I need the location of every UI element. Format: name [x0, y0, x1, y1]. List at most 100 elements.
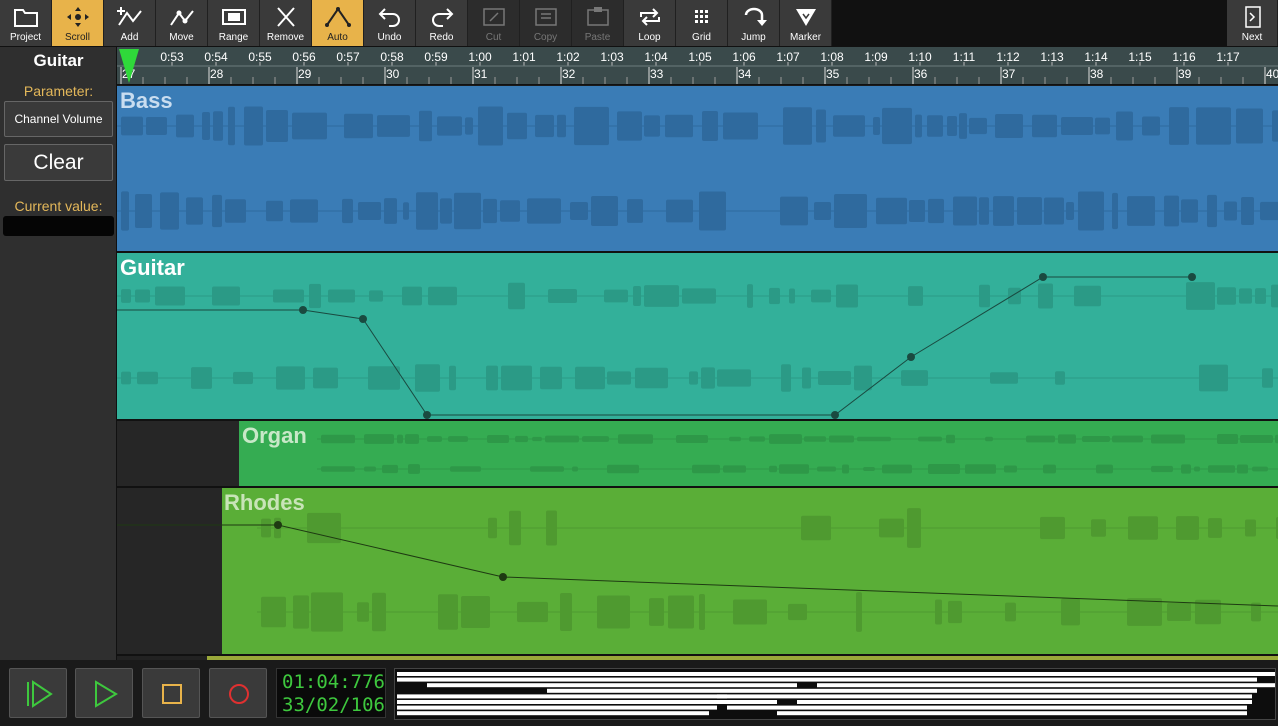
automation-icon: [325, 7, 351, 27]
auto-label: Auto: [327, 32, 348, 43]
time-label: 0:59: [424, 50, 448, 64]
record-button[interactable]: [209, 668, 267, 718]
parameter-label: Parameter:: [23, 83, 94, 99]
time-display: 01:04:776 33/02/106: [276, 668, 386, 718]
play-button[interactable]: [75, 668, 133, 718]
cut-icon: [483, 8, 505, 26]
bar-label: 30: [386, 67, 400, 81]
remove-icon: [277, 7, 295, 27]
automation-point[interactable]: [423, 411, 431, 419]
track-area[interactable]: Bass Guitar Organ Rhodes: [117, 86, 1278, 660]
automation-point[interactable]: [831, 411, 839, 419]
paste-button[interactable]: Paste: [572, 0, 624, 46]
time-label: 0:57: [336, 50, 360, 64]
current-value-label: Current value:: [14, 198, 103, 214]
range-button[interactable]: Range: [208, 0, 260, 46]
stop-icon: [162, 684, 182, 704]
automation-point[interactable]: [1188, 273, 1196, 281]
automation-point[interactable]: [359, 315, 367, 323]
clear-button[interactable]: Clear: [4, 144, 113, 181]
time-label: 1:14: [1084, 50, 1108, 64]
auto-button[interactable]: Auto: [312, 0, 364, 46]
loop-icon: [640, 8, 660, 26]
scroll-label: Scroll: [64, 32, 90, 43]
automation-point[interactable]: [907, 353, 915, 361]
automation-point[interactable]: [299, 306, 307, 314]
jump-button[interactable]: Jump: [728, 0, 780, 46]
bar-label: 32: [562, 67, 576, 81]
time-label: 1:12: [996, 50, 1020, 64]
bar-label: 29: [298, 67, 312, 81]
grid-label: Grid: [692, 32, 711, 43]
time-label: 1:15: [1128, 50, 1152, 64]
track-organ-title: Organ: [242, 423, 307, 448]
add-button[interactable]: Add: [104, 0, 156, 46]
copy-icon: [535, 8, 557, 26]
range-label: Range: [218, 32, 249, 43]
undo-button[interactable]: Undo: [364, 0, 416, 46]
time-label: 1:13: [1040, 50, 1064, 64]
marker-icon: [796, 9, 816, 26]
grid-icon: [695, 10, 708, 23]
range-icon: [222, 9, 246, 25]
track-guitar-waveform: [117, 273, 1278, 419]
jump-label: Jump: [741, 32, 766, 43]
time-label: 0:56: [292, 50, 316, 64]
time-label: 1:06: [732, 50, 756, 64]
copy-button[interactable]: Copy: [520, 0, 572, 46]
time-label: 1:09: [864, 50, 888, 64]
track-guitar-title: Guitar: [120, 255, 185, 280]
scroll-button[interactable]: Scroll: [52, 0, 104, 46]
bar-label: 28: [210, 67, 224, 81]
time-label: 1:07: [776, 50, 800, 64]
jump-icon: [744, 7, 767, 26]
track-bass[interactable]: Bass: [117, 86, 1278, 253]
playhead-icon[interactable]: [117, 47, 141, 85]
play-from-start-button[interactable]: [9, 668, 67, 718]
time-label: 1:16: [1172, 50, 1196, 64]
move-point-icon: [170, 10, 194, 26]
folder-icon: [14, 9, 38, 27]
play-from-start-icon: [27, 680, 53, 708]
bar-label: 38: [1090, 67, 1104, 81]
loop-button[interactable]: Loop: [624, 0, 676, 46]
bar-label: 37: [1002, 67, 1016, 81]
track-organ[interactable]: Organ: [117, 421, 1278, 488]
track-rhodes[interactable]: Rhodes: [117, 488, 1278, 656]
daw-app: Project Scroll Add Move Range Remove Aut…: [0, 0, 1278, 726]
time-label: 1:08: [820, 50, 844, 64]
current-value-field: [3, 216, 114, 236]
bar-label: 31: [474, 67, 488, 81]
time-label: 1:00: [468, 50, 492, 64]
redo-icon: [432, 8, 454, 27]
marker-button[interactable]: Marker: [780, 0, 832, 46]
time-label: 0:58: [380, 50, 404, 64]
cut-button[interactable]: Cut: [468, 0, 520, 46]
parameter-select[interactable]: Channel Volume: [4, 101, 113, 137]
time-label: 1:04: [644, 50, 668, 64]
next-button[interactable]: Next: [1227, 0, 1278, 46]
automation-point[interactable]: [274, 521, 282, 529]
selected-track-name: Guitar: [33, 51, 84, 70]
project-button[interactable]: Project: [0, 0, 52, 46]
grid-button[interactable]: Grid: [676, 0, 728, 46]
redo-button[interactable]: Redo: [416, 0, 468, 46]
timeline-ruler[interactable]: 0:53 0:54 0:55 0:56 0:57 0:58 0:59 1:00 1:01 1:02…: [117, 47, 1278, 85]
paste-icon: [587, 7, 609, 26]
automation-panel: Guitar Parameter: Channel Volume Clear C…: [0, 47, 117, 660]
time-label: 1:02: [556, 50, 580, 64]
move-button[interactable]: Move: [156, 0, 208, 46]
bar-label: 34: [738, 67, 752, 81]
remove-button[interactable]: Remove: [260, 0, 312, 46]
stop-button[interactable]: [142, 668, 200, 718]
time-readout: 01:04:776: [282, 671, 385, 693]
automation-point[interactable]: [499, 573, 507, 581]
track-guitar[interactable]: Guitar: [117, 253, 1278, 421]
automation-point[interactable]: [1039, 273, 1047, 281]
add-point-icon: [117, 7, 142, 26]
time-label: 1:01: [512, 50, 536, 64]
toolbar: Project Scroll Add Move Range Remove Aut…: [0, 0, 1278, 47]
song-overview[interactable]: [394, 668, 1277, 720]
time-label: 1:03: [600, 50, 624, 64]
play-icon: [95, 680, 118, 708]
